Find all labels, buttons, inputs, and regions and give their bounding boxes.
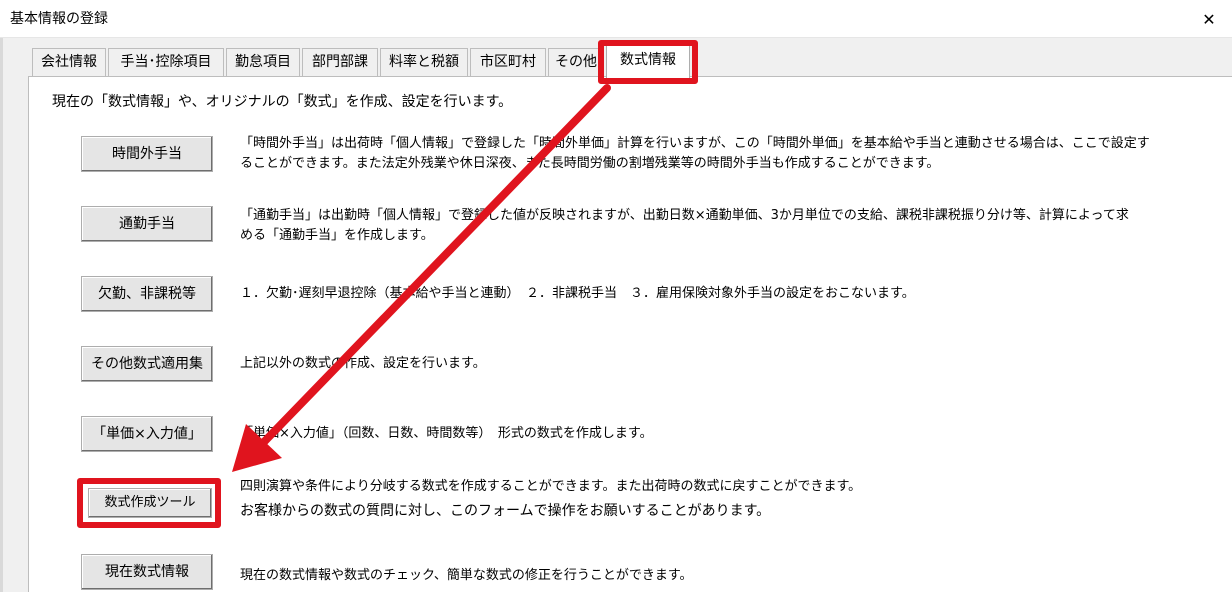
formula-builder-description: 四則演算や条件により分岐する数式を作成することができます。また出荷時の数式に戻す… — [240, 477, 861, 521]
description-line: ることができます。また法定外残業や休日深夜、また長時間労働の割増残業等の時間外手… — [240, 156, 940, 171]
current-formula-info-button[interactable]: 現在数式情報 — [81, 554, 213, 590]
window-edge — [0, 38, 3, 592]
current-formula-info-description: 現在の数式情報や数式のチェック、簡単な数式の修正を行うことができます。 — [240, 566, 693, 586]
tab-company-info[interactable]: 会社情報 — [32, 48, 106, 76]
description-line: 四則演算や条件により分岐する数式を作成することができます。また出荷時の数式に戻す… — [240, 479, 862, 494]
other-formulas-description: 上記以外の数式の作成、設定を行います。 — [240, 354, 486, 374]
overtime-allowance-description: 「時間外手当」は出荷時「個人情報」で登録した「時間外単価」計算を行いますが、この… — [240, 134, 1150, 174]
tab-municipalities[interactable]: 市区町村 — [470, 48, 546, 76]
intro-text: 現在の「数式情報」や、オリジナルの「数式」を作成、設定を行います。 — [52, 94, 513, 110]
tab-departments[interactable]: 部門部課 — [302, 48, 378, 76]
window-title: 基本情報の登録 — [10, 11, 108, 27]
other-formulas-button[interactable]: その他数式適用集 — [81, 346, 213, 382]
description-line: 上記以外の数式の作成、設定を行います。 — [240, 356, 486, 371]
description-line: 「単価×入力値」（回数、日数、時間数等） 形式の数式を作成します。 — [240, 426, 653, 441]
formula-builder-button[interactable]: 数式作成ツール — [88, 488, 212, 518]
absence-nontaxable-button[interactable]: 欠勤、非課税等 — [81, 276, 213, 312]
description-line: める「通勤手当」を作成します。 — [240, 228, 434, 243]
commute-allowance-button[interactable]: 通勤手当 — [81, 206, 213, 242]
overtime-allowance-button[interactable]: 時間外手当 — [81, 136, 213, 172]
tab-allowance-deduction[interactable]: 手当･控除項目 — [108, 48, 224, 76]
description-line: 現在の数式情報や数式のチェック、簡単な数式の修正を行うことができます。 — [240, 568, 693, 583]
unit-price-input-button[interactable]: 「単価×入力値」 — [81, 416, 213, 452]
unit-price-input-description: 「単価×入力値」（回数、日数、時間数等） 形式の数式を作成します。 — [240, 424, 653, 444]
close-icon: ✕ — [1202, 9, 1216, 29]
description-line: １．欠勤･遅刻早退控除（基本給や手当と連動） ２．非課税手当 ３．雇用保険対象外… — [240, 286, 915, 301]
commute-allowance-description: 「通勤手当」は出勤時「個人情報」で登録した値が反映されますが、出勤日数×通勤単価… — [240, 206, 1129, 246]
close-button[interactable]: ✕ — [1186, 0, 1232, 38]
description-line: 「通勤手当」は出勤時「個人情報」で登録した値が反映されますが、出勤日数×通勤単価… — [240, 208, 1129, 223]
tab-other[interactable]: その他 — [548, 48, 604, 76]
tab-formula-info[interactable]: 数式情報 — [606, 42, 690, 78]
description-line: 「時間外手当」は出荷時「個人情報」で登録した「時間外単価」計算を行いますが、この… — [240, 136, 1150, 151]
absence-nontaxable-description: １．欠勤･遅刻早退控除（基本給や手当と連動） ２．非課税手当 ３．雇用保険対象外… — [240, 284, 915, 304]
description-line: お客様からの数式の質問に対し、このフォームで操作をお願いすることがあります。 — [240, 503, 771, 519]
tab-attendance-items[interactable]: 勤怠項目 — [226, 48, 300, 76]
title-bar: 基本情報の登録 ✕ — [0, 0, 1232, 38]
tab-rates-taxes[interactable]: 料率と税額 — [380, 48, 468, 76]
